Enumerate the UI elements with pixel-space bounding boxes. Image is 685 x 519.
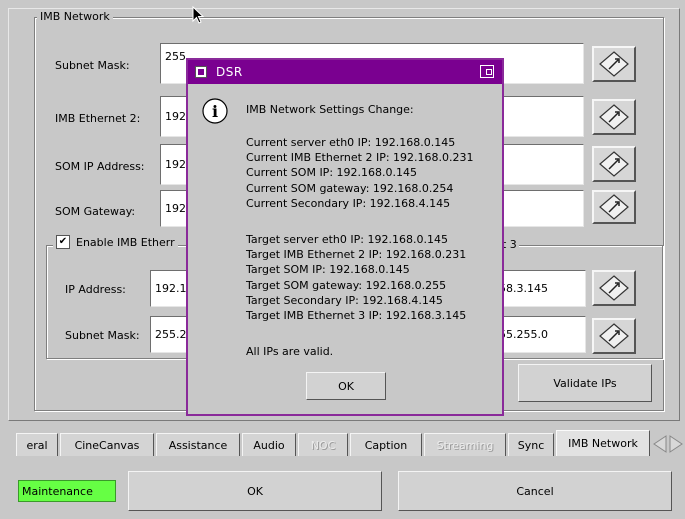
tab-assistance[interactable]: Assistance bbox=[156, 433, 240, 456]
target-line: Target IMB Ethernet 2 IP: 192.168.0.231 bbox=[246, 248, 467, 262]
tab-label: Audio bbox=[253, 438, 285, 452]
eth3-mask-label: Subnet Mask: bbox=[65, 329, 140, 342]
dialog-heading: IMB Network Settings Change: bbox=[246, 103, 414, 116]
current-line: Current server eth0 IP: 192.168.0.145 bbox=[246, 136, 456, 149]
eth3-ip-value-right: 58.3.145 bbox=[499, 282, 548, 295]
dialog-menu-icon[interactable] bbox=[195, 66, 207, 78]
imb-ethernet2-value: 192 bbox=[165, 110, 186, 123]
footer-cancel-label: Cancel bbox=[516, 484, 554, 498]
tab-label: Assistance bbox=[168, 438, 228, 452]
edit-som-ip-button[interactable] bbox=[592, 146, 636, 182]
eth3-ip-label: IP Address: bbox=[65, 283, 126, 296]
current-line: Current SOM gateway: 192.168.0.254 bbox=[246, 181, 454, 195]
target-line: Target SOM gateway: 192.168.0.255 bbox=[246, 278, 447, 292]
eth3-mask-value-right: 55.255.0 bbox=[499, 328, 548, 341]
target-settings-list: Target server eth0 IP: 192.168.0.145 Tar… bbox=[246, 232, 466, 323]
status-text: Maintenance bbox=[22, 484, 93, 498]
eth3-mask-value-left: 255.2 bbox=[155, 328, 187, 341]
edit-pencil-icon bbox=[599, 194, 629, 220]
enable-eth3-row: ✔ Enable IMB Etherr bbox=[53, 234, 178, 250]
target-line: Target IMB Ethernet 3 IP: 192.168.3.145 bbox=[246, 309, 467, 323]
tab-cinecanvas[interactable]: CineCanvas bbox=[60, 433, 154, 456]
som-ip-label: SOM IP Address: bbox=[55, 160, 145, 173]
footer-cancel-button[interactable]: Cancel bbox=[398, 471, 672, 511]
tab-audio[interactable]: Audio bbox=[242, 433, 296, 456]
edit-pencil-icon bbox=[599, 104, 629, 130]
footer-ok-button[interactable]: OK bbox=[128, 471, 382, 511]
tab-noc[interactable]: NOC bbox=[298, 433, 348, 456]
tab-general[interactable]: eral bbox=[16, 433, 58, 456]
tab-label: CineCanvas bbox=[74, 438, 140, 452]
som-ip-value: 192 bbox=[165, 158, 186, 171]
svg-text:i: i bbox=[212, 102, 218, 121]
dialog-maximize-icon[interactable] bbox=[480, 65, 494, 78]
edit-eth3-mask-button[interactable] bbox=[592, 318, 636, 354]
eth3-ip-value-left: 192.1 bbox=[155, 282, 187, 295]
dialog-titlebar[interactable]: DSR bbox=[188, 60, 502, 84]
tab-label: Caption bbox=[364, 438, 408, 452]
validate-ips-label: Validate IPs bbox=[553, 376, 617, 390]
enable-eth3-label: Enable IMB Etherr bbox=[76, 235, 175, 249]
info-icon: i bbox=[202, 98, 228, 124]
edit-pencil-icon bbox=[599, 323, 629, 349]
imb-ethernet2-label: IMB Ethernet 2: bbox=[55, 112, 141, 125]
tab-label: Streaming bbox=[436, 438, 494, 452]
tab-scroll-right-icon[interactable] bbox=[668, 434, 684, 454]
dialog-ok-label: OK bbox=[338, 379, 354, 393]
edit-eth3-ip-button[interactable] bbox=[592, 270, 636, 306]
target-line: Target Secondary IP: 192.168.4.145 bbox=[246, 293, 443, 307]
current-line: Current SOM IP: 192.168.0.145 bbox=[246, 166, 417, 180]
som-gateway-label: SOM Gateway: bbox=[55, 205, 136, 218]
dialog-ok-button[interactable]: OK bbox=[306, 372, 386, 400]
current-line: Current IMB Ethernet 2 IP: 192.168.0.231 bbox=[246, 151, 474, 165]
edit-subnet-mask-button[interactable] bbox=[592, 46, 636, 82]
current-line: Current Secondary IP: 192.168.4.145 bbox=[246, 196, 451, 210]
current-settings-list: Current server eth0 IP: 192.168.0.145 Cu… bbox=[246, 135, 474, 211]
validity-message: All IPs are valid. bbox=[246, 345, 334, 358]
imb-network-group-title: IMB Network bbox=[37, 10, 113, 23]
tab-label: Sync bbox=[517, 438, 545, 452]
edit-pencil-icon bbox=[599, 51, 629, 77]
tab-sync[interactable]: Sync bbox=[508, 433, 554, 456]
tab-label: IMB Network bbox=[568, 437, 638, 450]
target-line: Target server eth0 IP: 192.168.0.145 bbox=[246, 233, 448, 246]
subnet-mask-value: 255 bbox=[165, 50, 186, 63]
dialog-title: DSR bbox=[216, 65, 243, 79]
validate-ips-button[interactable]: Validate IPs bbox=[518, 364, 652, 402]
tab-scroll-left-icon[interactable] bbox=[652, 434, 668, 454]
tab-streaming[interactable]: Streaming bbox=[424, 433, 506, 456]
target-line: Target SOM IP: 192.168.0.145 bbox=[246, 263, 410, 277]
tab-label: eral bbox=[26, 438, 48, 452]
tab-imb-network[interactable]: IMB Network bbox=[556, 430, 650, 456]
edit-som-gateway-button[interactable] bbox=[592, 190, 636, 224]
edit-imb-ethernet2-button[interactable] bbox=[592, 99, 636, 135]
footer-ok-label: OK bbox=[247, 484, 263, 498]
status-indicator: Maintenance bbox=[18, 480, 116, 502]
som-gateway-value: 192 bbox=[165, 202, 186, 215]
mouse-cursor-icon bbox=[192, 6, 204, 24]
tab-label: NOC bbox=[310, 438, 336, 452]
enable-eth3-checkbox[interactable]: ✔ bbox=[56, 235, 70, 249]
tab-caption[interactable]: Caption bbox=[350, 433, 422, 456]
edit-pencil-icon bbox=[599, 275, 629, 301]
tab-bar: eral CineCanvas Assistance Audio NOC Cap… bbox=[16, 430, 685, 456]
subnet-mask-label: Subnet Mask: bbox=[55, 59, 130, 72]
checkmark-icon: ✔ bbox=[58, 236, 68, 247]
edit-pencil-icon bbox=[599, 151, 629, 177]
dsr-dialog: DSR i IMB Network Settings Change: Curre… bbox=[186, 58, 504, 416]
